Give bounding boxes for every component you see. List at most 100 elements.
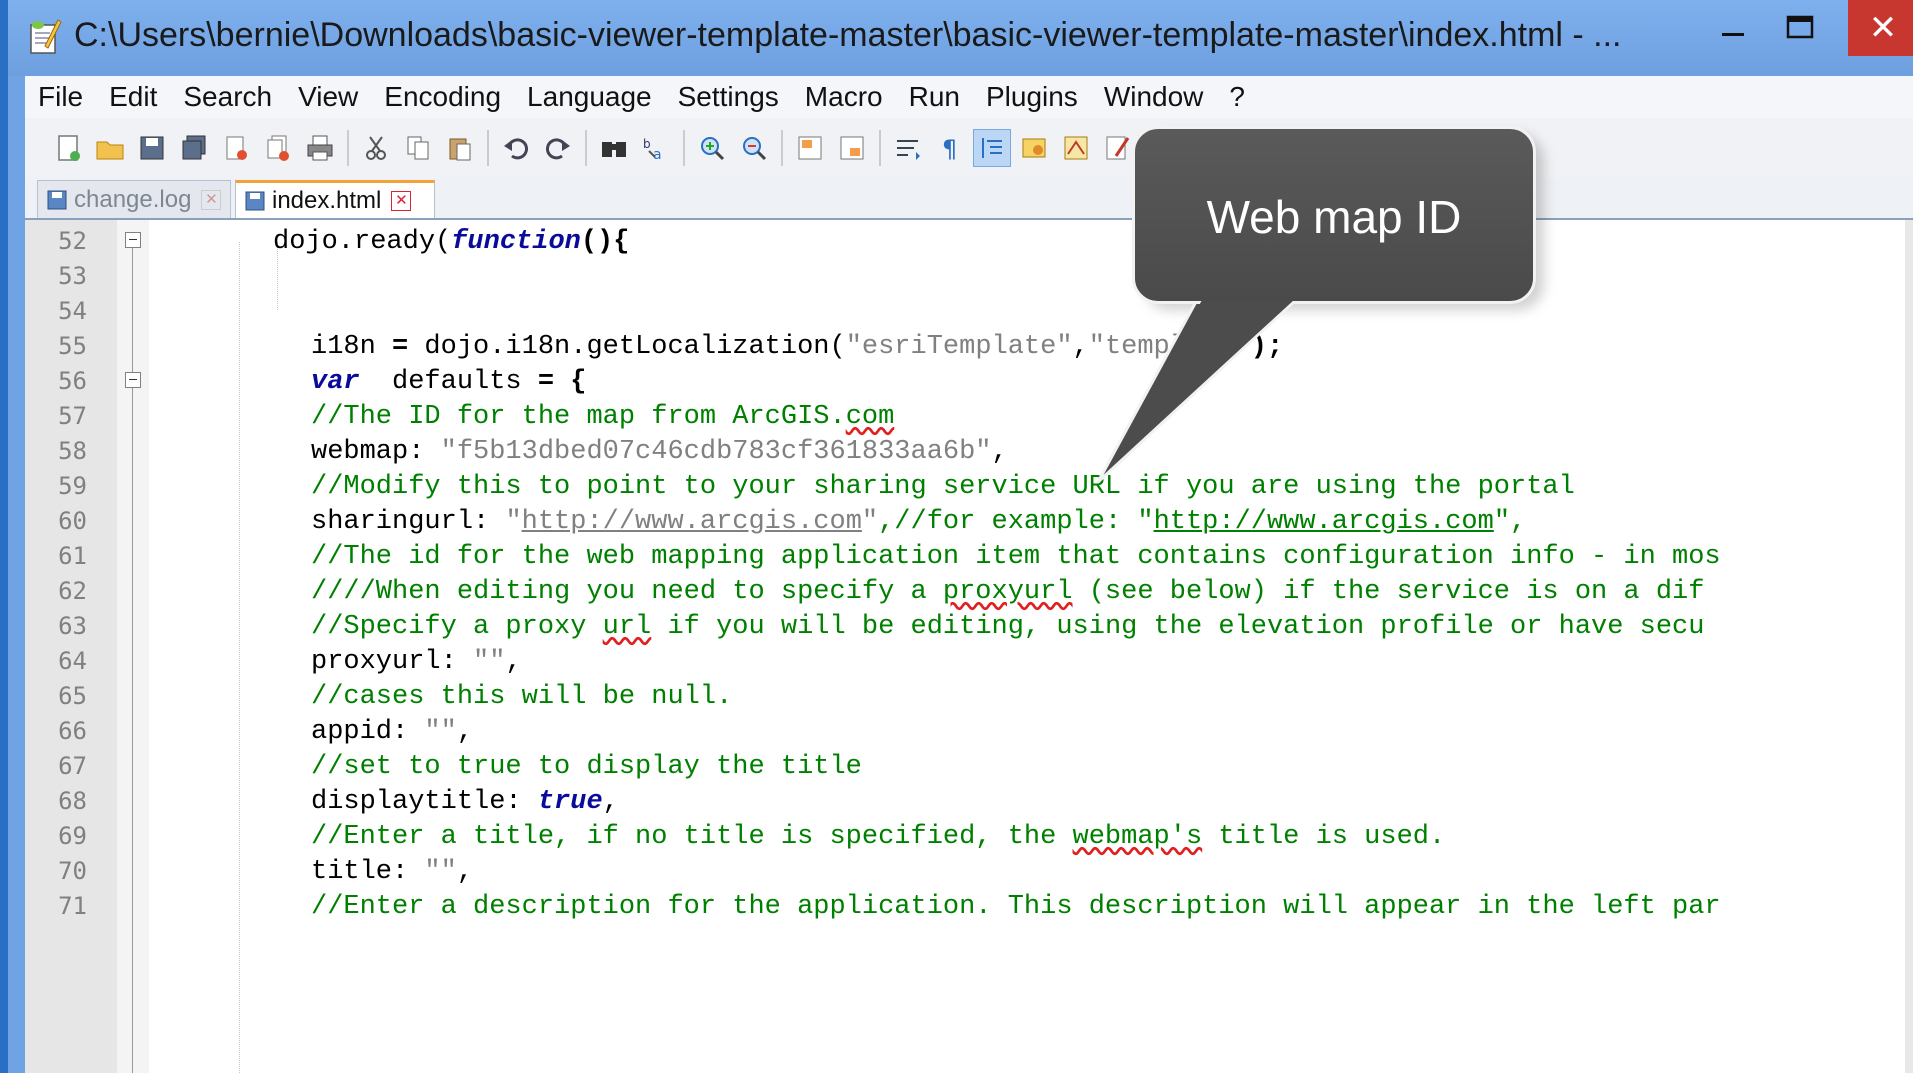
close-button[interactable]: ✕ bbox=[1848, 0, 1913, 56]
line-text: displaytitle: true, bbox=[311, 787, 619, 817]
print-icon[interactable] bbox=[302, 130, 338, 166]
tab-bar: change.log ✕ index.html ✕ bbox=[25, 178, 1913, 220]
code-token: proxyurl: bbox=[311, 647, 474, 677]
close-file-icon[interactable] bbox=[218, 130, 254, 166]
string-literal: "" bbox=[424, 857, 457, 887]
line-text: //The id for the web mapping application… bbox=[311, 542, 1721, 572]
code-token: webmap: bbox=[311, 437, 441, 467]
line-number: 67 bbox=[58, 752, 87, 780]
line-number: 63 bbox=[58, 612, 87, 640]
sync-horizontal-icon[interactable] bbox=[834, 130, 870, 166]
line-number: 52 bbox=[58, 227, 87, 255]
tab-change-log[interactable]: change.log ✕ bbox=[37, 180, 231, 218]
tab-label: index.html bbox=[272, 186, 382, 214]
close-icon[interactable]: ✕ bbox=[391, 190, 412, 211]
code-token: { bbox=[554, 367, 587, 397]
new-file-icon[interactable] bbox=[50, 130, 86, 166]
operator: = bbox=[392, 332, 409, 362]
playback-macro-icon[interactable] bbox=[1240, 130, 1276, 166]
menu-search[interactable]: Search bbox=[170, 81, 285, 113]
zoom-in-icon[interactable] bbox=[694, 130, 730, 166]
operator: = bbox=[537, 367, 555, 397]
menu-plugins[interactable]: Plugins bbox=[973, 81, 1091, 113]
sync-vertical-icon[interactable] bbox=[792, 130, 828, 166]
menu-file[interactable]: File bbox=[25, 81, 96, 113]
comment: (see below) if the service is on a dif bbox=[1072, 577, 1705, 607]
svg-text:a: a bbox=[653, 147, 662, 162]
function-list-icon[interactable] bbox=[1100, 130, 1136, 166]
line-text: title: "", bbox=[311, 857, 473, 887]
tab-index-html[interactable]: index.html ✕ bbox=[235, 180, 435, 218]
misspelled-word: com bbox=[845, 402, 895, 432]
code-token: (){ bbox=[580, 227, 630, 257]
code-editor[interactable]: 52 dojo.ready(function(){ 53 54 55 i18n … bbox=[25, 220, 1913, 1073]
code-line: 55 i18n = dojo.i18n.getLocalization("esr… bbox=[25, 330, 1913, 365]
line-text: //set to true to display the title bbox=[311, 752, 862, 782]
stop-recording-icon[interactable] bbox=[1198, 130, 1234, 166]
word-wrap-icon[interactable] bbox=[890, 130, 926, 166]
vertical-scrollbar[interactable] bbox=[1905, 220, 1913, 1073]
open-file-icon[interactable] bbox=[92, 130, 128, 166]
indent-guide-icon[interactable] bbox=[973, 129, 1011, 167]
line-text: //The ID for the map from ArcGIS.com bbox=[311, 402, 894, 432]
zoom-out-icon[interactable] bbox=[736, 130, 772, 166]
close-icon[interactable]: ✕ bbox=[201, 189, 222, 210]
line-number: 62 bbox=[58, 577, 87, 605]
menu-macro[interactable]: Macro bbox=[792, 81, 896, 113]
cut-icon[interactable] bbox=[358, 130, 394, 166]
line-number: 71 bbox=[58, 892, 87, 920]
menu-run[interactable]: Run bbox=[896, 81, 973, 113]
document-map-icon[interactable] bbox=[1058, 130, 1094, 166]
run-macro-multiple-icon[interactable] bbox=[1282, 130, 1318, 166]
replace-icon[interactable]: ba bbox=[638, 130, 674, 166]
line-number: 70 bbox=[58, 857, 87, 885]
menu-language[interactable]: Language bbox=[514, 81, 665, 113]
menu-edit[interactable]: Edit bbox=[96, 81, 170, 113]
spell-check-icon[interactable]: ABC bbox=[1379, 129, 1417, 167]
toolbar-separator bbox=[347, 130, 349, 166]
misspelled-word: webmap's bbox=[1072, 822, 1203, 852]
comment: ////When editing you need to specify a bbox=[311, 577, 943, 607]
code-token: , bbox=[456, 857, 474, 887]
menu-view[interactable]: View bbox=[285, 81, 371, 113]
line-number: 56 bbox=[58, 367, 87, 395]
menu-settings[interactable]: Settings bbox=[665, 81, 792, 113]
code-line: 62 ////When editing you need to specify … bbox=[25, 575, 1913, 610]
find-icon[interactable] bbox=[596, 130, 632, 166]
toolbar-separator bbox=[1145, 130, 1147, 166]
toolbar-separator bbox=[585, 130, 587, 166]
menu-window[interactable]: Window bbox=[1091, 81, 1217, 113]
copy-icon[interactable] bbox=[400, 130, 436, 166]
code-token: displaytitle: bbox=[311, 787, 538, 817]
code-token: dojo.ready( bbox=[273, 227, 452, 257]
menu-encoding[interactable]: Encoding bbox=[371, 81, 514, 113]
url-link[interactable]: http://www.arcgis.com bbox=[522, 507, 862, 537]
plugin-tool-icon[interactable] bbox=[1422, 130, 1458, 166]
menu-help[interactable]: ? bbox=[1216, 81, 1258, 113]
code-token: , bbox=[1072, 332, 1089, 362]
record-macro-icon[interactable] bbox=[1156, 130, 1192, 166]
maximize-button[interactable] bbox=[1770, 0, 1830, 56]
save-all-icon[interactable] bbox=[176, 130, 212, 166]
save-icon[interactable] bbox=[134, 130, 170, 166]
comment: ", bbox=[1493, 507, 1527, 537]
undo-icon[interactable] bbox=[498, 130, 534, 166]
code-line: 71 //Enter a description for the applica… bbox=[25, 890, 1913, 925]
line-text: proxyurl: "", bbox=[311, 647, 522, 677]
line-text: sharingurl: "http://www.arcgis.com",//fo… bbox=[311, 507, 1526, 537]
code-line: 58 webmap: "f5b13dbed07c46cdb783cf361833… bbox=[25, 435, 1913, 470]
svg-text:¶: ¶ bbox=[942, 135, 957, 162]
show-all-characters-icon[interactable]: ¶ bbox=[932, 130, 968, 166]
minimize-button[interactable] bbox=[1703, 0, 1763, 56]
save-macro-icon[interactable] bbox=[1324, 130, 1360, 166]
keyword: function bbox=[451, 227, 581, 257]
code-line: 65 //cases this will be null. bbox=[25, 680, 1913, 715]
code-line: 63 //Specify a proxy url if you will be … bbox=[25, 610, 1913, 645]
redo-icon[interactable] bbox=[540, 130, 576, 166]
url-link[interactable]: http://www.arcgis.com bbox=[1154, 507, 1494, 537]
line-text: ////When editing you need to specify a p… bbox=[311, 577, 1704, 607]
line-text: //Specify a proxy url if you will be edi… bbox=[311, 612, 1704, 642]
paste-icon[interactable] bbox=[442, 130, 478, 166]
user-defined-language-icon[interactable] bbox=[1016, 130, 1052, 166]
close-all-icon[interactable] bbox=[260, 130, 296, 166]
